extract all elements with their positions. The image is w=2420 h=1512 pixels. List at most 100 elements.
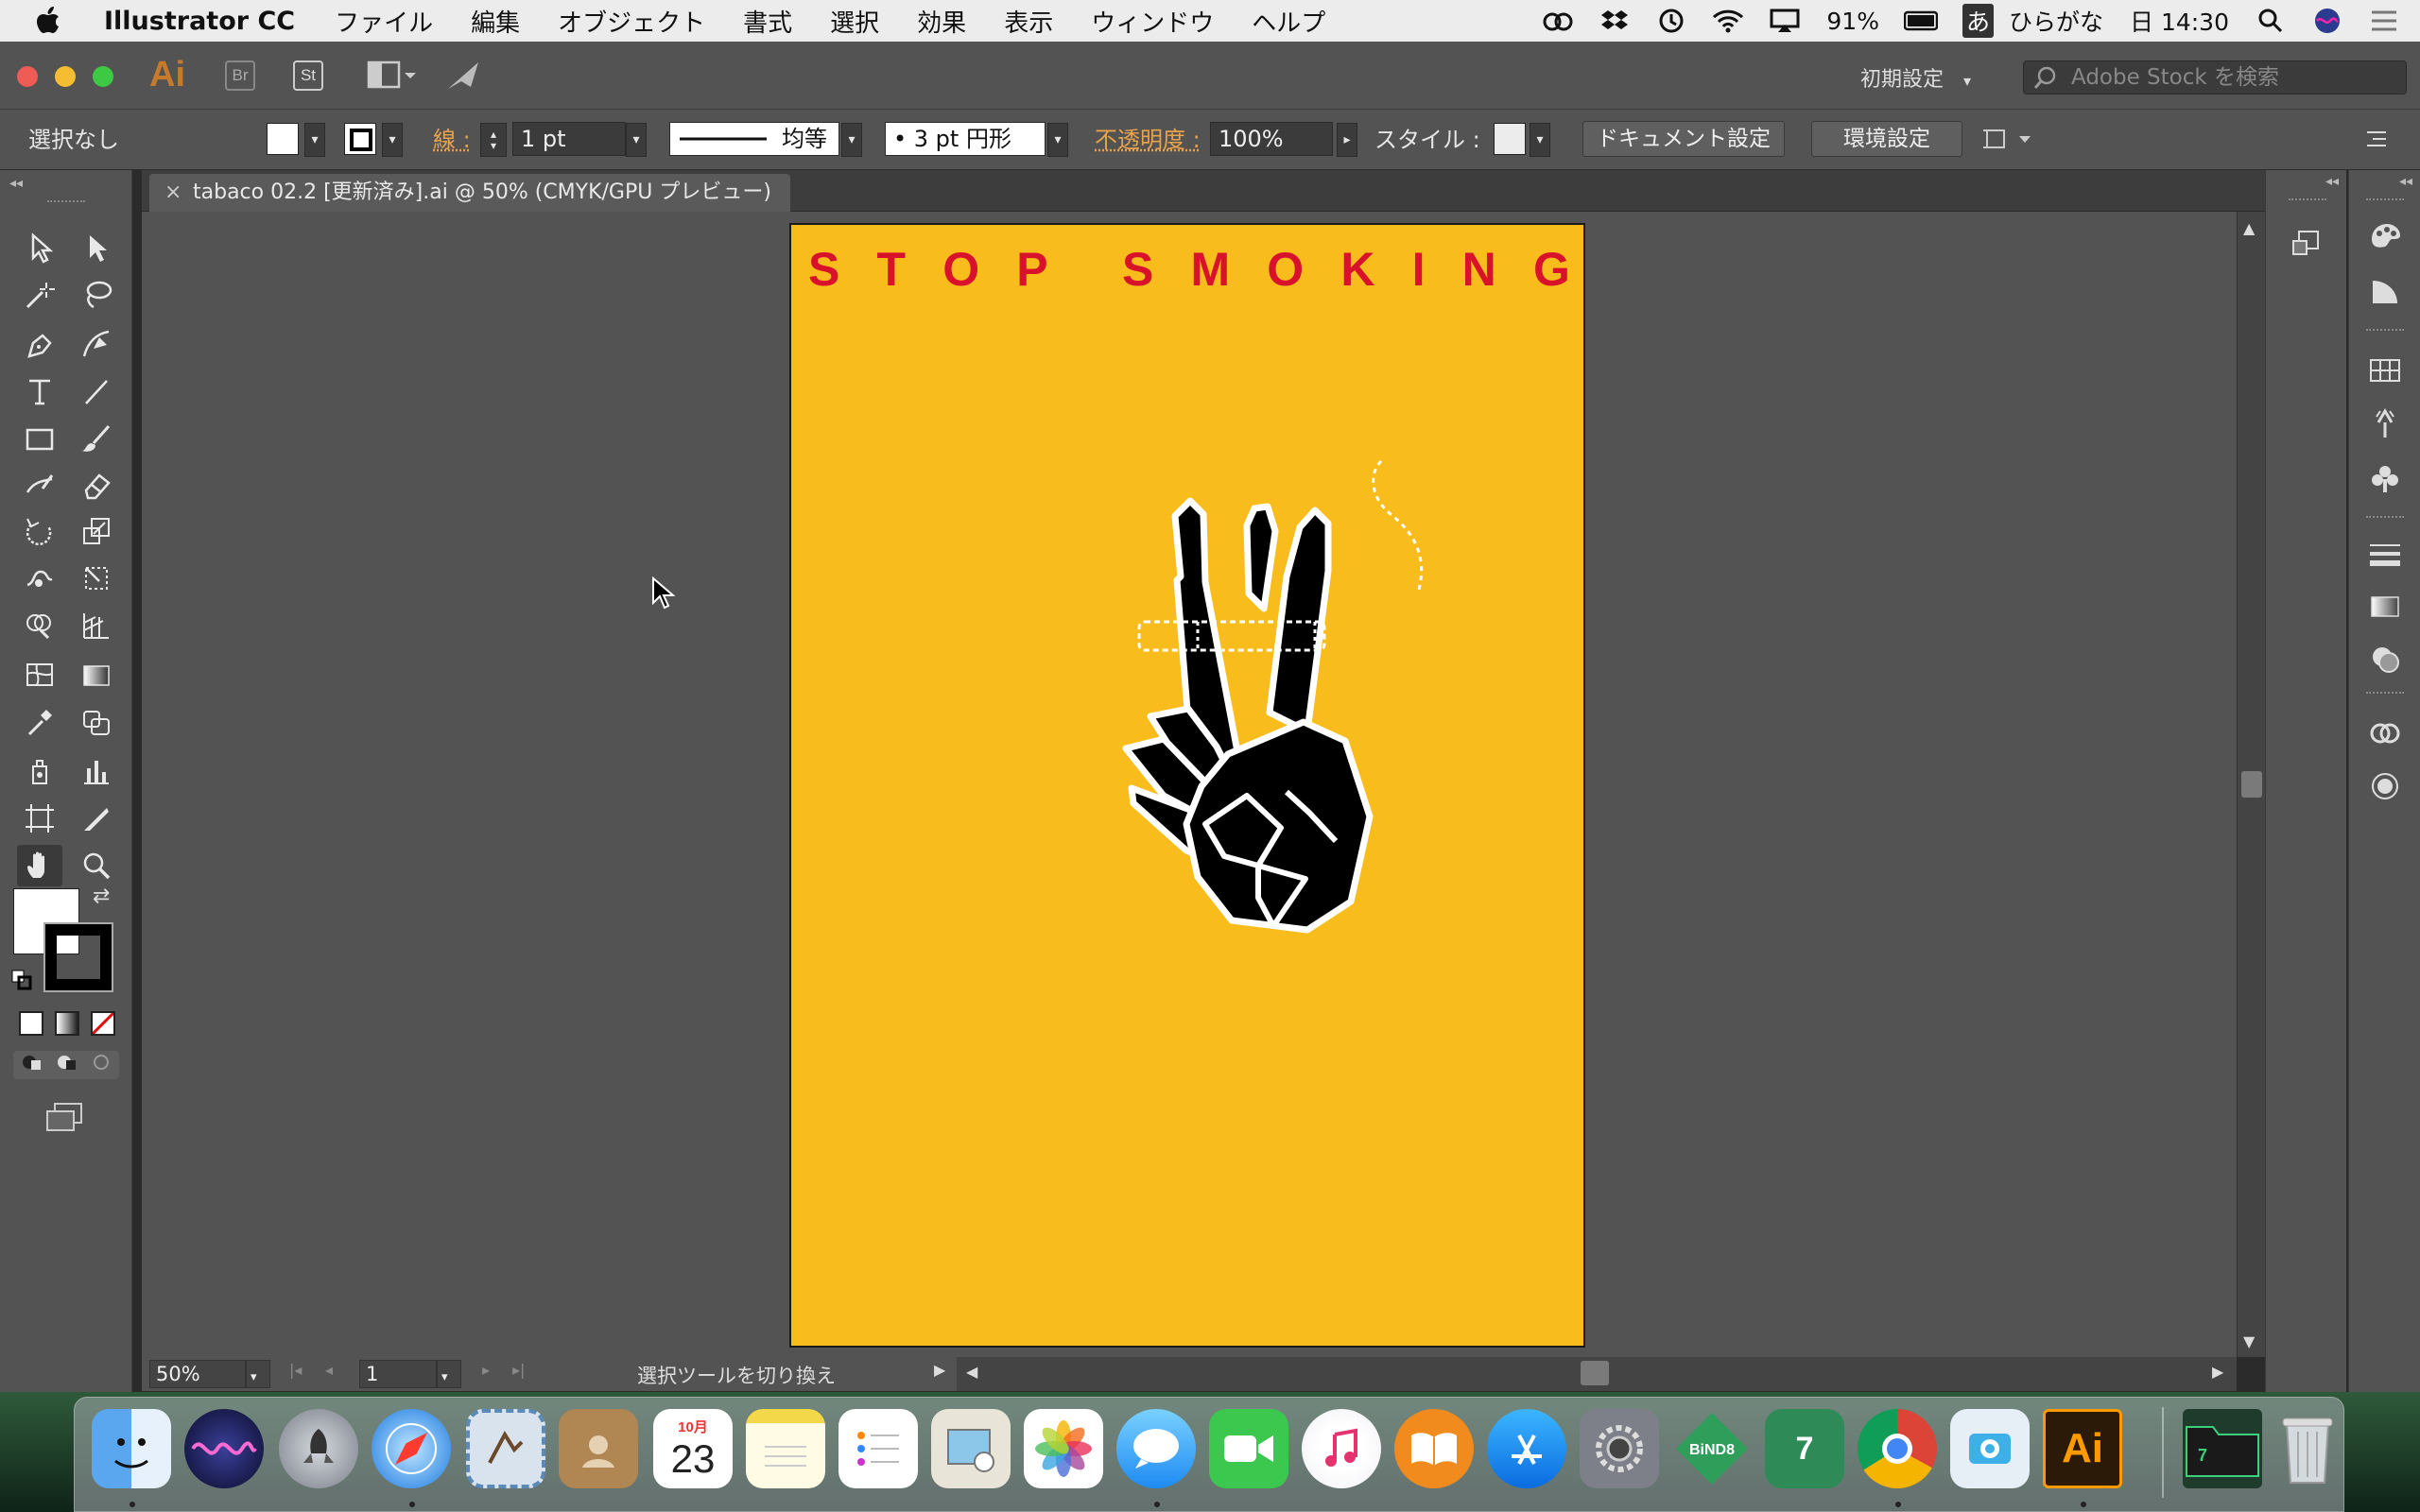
pen-tool-icon[interactable] <box>17 323 62 365</box>
menu-view[interactable]: 表示 <box>1004 4 1053 39</box>
graphic-style-dropdown[interactable]: ▾ <box>1530 123 1550 157</box>
panel-grip[interactable] <box>2366 692 2404 694</box>
input-mode-label[interactable]: ひらがな <box>2009 4 2103 38</box>
eraser-tool-icon[interactable] <box>74 463 119 505</box>
next-artboard-icon[interactable]: ▸ <box>482 1361 490 1379</box>
draw-behind-icon[interactable] <box>55 1053 78 1077</box>
facetime-icon[interactable] <box>1209 1409 1288 1488</box>
zoom-window-button[interactable] <box>93 66 113 87</box>
menu-object[interactable]: オブジェクト <box>558 4 705 39</box>
notes-icon[interactable] <box>746 1409 825 1488</box>
opacity-label[interactable]: 不透明度 : <box>1095 122 1201 158</box>
photos-icon[interactable] <box>1024 1409 1103 1488</box>
symbol-sprayer-tool-icon[interactable] <box>17 750 62 792</box>
gradient-mode-button[interactable] <box>55 1011 79 1036</box>
brush-definition[interactable]: • 3 pt 円形 <box>885 122 1046 156</box>
app-store-icon[interactable] <box>1487 1409 1566 1488</box>
stroke-weight-dropdown[interactable]: ▾ <box>626 123 647 157</box>
app-menu[interactable]: Illustrator CC <box>104 7 295 36</box>
brush-dropdown[interactable]: ▾ <box>1047 123 1068 157</box>
creative-cloud-icon[interactable] <box>1541 8 1575 34</box>
gradient-panel-icon[interactable] <box>2362 586 2408 627</box>
close-tab-icon[interactable]: × <box>164 174 182 212</box>
horizontal-scroll-thumb[interactable] <box>1581 1361 1609 1385</box>
vertical-scrollbar[interactable]: ▲ ▼ <box>2237 212 2265 1357</box>
siri-icon[interactable] <box>184 1409 264 1488</box>
panel-grip[interactable] <box>2289 198 2326 200</box>
gpu-performance-icon[interactable] <box>444 59 482 98</box>
safari-icon[interactable] <box>372 1409 451 1488</box>
poster-title[interactable]: S T O P S M O K I N G <box>791 242 1587 297</box>
paintbrush-tool-icon[interactable] <box>74 418 119 459</box>
close-window-button[interactable] <box>17 66 38 87</box>
none-mode-button[interactable] <box>91 1011 115 1036</box>
artboard-dropdown[interactable]: ▾ <box>437 1360 461 1388</box>
collapse-panel-icon[interactable]: ◂◂ <box>2325 174 2339 189</box>
bind8-icon[interactable]: BiND8 <box>1672 1409 1752 1488</box>
mesh-tool-icon[interactable] <box>17 654 62 696</box>
isolation-mode-icon[interactable] <box>1981 125 2038 159</box>
horizontal-scrollbar[interactable]: ◀ ▶ <box>957 1357 2237 1391</box>
input-mode-icon[interactable]: あ <box>1962 4 1994 38</box>
spotlight-search-icon[interactable] <box>2254 8 2288 34</box>
status-text[interactable]: 選択ツールを切り換え <box>637 1361 836 1389</box>
finder-icon[interactable] <box>92 1409 171 1488</box>
peace-hand-illustration[interactable] <box>1039 452 1436 1075</box>
opacity-slider-toggle[interactable]: ▸ <box>1337 123 1357 157</box>
apple-menu-icon[interactable] <box>36 0 70 42</box>
time-machine-icon[interactable] <box>1654 8 1688 34</box>
battery-icon[interactable] <box>1903 8 1938 34</box>
system-preferences-icon[interactable] <box>1580 1409 1659 1488</box>
appearance-panel-icon[interactable] <box>2362 765 2408 807</box>
stroke-label[interactable]: 線 : <box>433 122 471 158</box>
scroll-up-icon[interactable]: ▲ <box>2243 219 2255 237</box>
shape-builder-tool-icon[interactable] <box>17 605 62 646</box>
status-menu-icon[interactable]: ▶ <box>934 1361 945 1379</box>
itunes-icon[interactable] <box>1302 1409 1381 1488</box>
zoom-level-input[interactable]: 50% <box>149 1360 246 1388</box>
type-tool-icon[interactable] <box>17 370 62 412</box>
zoom-tool-icon[interactable] <box>74 845 119 886</box>
brushes-panel-icon[interactable] <box>2362 403 2408 444</box>
menu-select[interactable]: 選択 <box>830 4 879 39</box>
free-transform-tool-icon[interactable] <box>74 558 119 599</box>
scroll-right-icon[interactable]: ▶ <box>2212 1363 2223 1381</box>
stroke-weight-stepper[interactable]: ▴ ▾ <box>480 123 507 157</box>
magic-wand-tool-icon[interactable] <box>17 274 62 316</box>
curvature-tool-icon[interactable] <box>74 323 119 365</box>
notification-center-icon[interactable] <box>2367 8 2401 34</box>
gradient-tool-icon[interactable] <box>74 654 119 696</box>
graphic-style-swatch[interactable] <box>1494 123 1526 155</box>
warp-tool-icon[interactable] <box>17 558 62 599</box>
stroke-panel-icon[interactable] <box>2362 533 2408 575</box>
menu-type[interactable]: 書式 <box>743 4 792 39</box>
variable-width-profile[interactable]: 均等 <box>669 122 839 156</box>
clock[interactable]: 日 14:30 <box>2130 4 2229 38</box>
messages-icon[interactable] <box>1116 1409 1196 1488</box>
canvas[interactable]: S T O P S M O K I N G <box>142 212 2237 1357</box>
panel-grip[interactable] <box>47 200 85 206</box>
lasso-tool-icon[interactable] <box>74 274 119 316</box>
vertical-scroll-thumb[interactable] <box>2241 771 2262 798</box>
scroll-down-icon[interactable]: ▼ <box>2243 1332 2255 1350</box>
preview-icon[interactable] <box>931 1409 1011 1488</box>
ibooks-icon[interactable] <box>1394 1409 1474 1488</box>
blend-tool-icon[interactable] <box>74 701 119 743</box>
menu-help[interactable]: ヘルプ <box>1252 4 1325 39</box>
panel-grip[interactable] <box>2366 516 2404 518</box>
stroke-profile-dropdown[interactable]: ▾ <box>841 123 862 157</box>
panel-grip[interactable] <box>2366 198 2404 200</box>
launchpad-icon[interactable] <box>279 1409 358 1488</box>
default-fill-stroke-icon[interactable] <box>11 970 32 996</box>
swap-fill-stroke-icon[interactable]: ⇄ <box>93 885 110 908</box>
document-tab[interactable]: × tabaco 02.2 [更新済み].ai @ 50% (CMYK/GPU … <box>149 174 790 212</box>
artboards-panel-icon[interactable] <box>2283 223 2328 265</box>
hand-tool-icon[interactable] <box>17 845 62 886</box>
dropbox-icon[interactable] <box>1598 8 1632 34</box>
contacts-icon[interactable] <box>559 1409 638 1488</box>
first-artboard-icon[interactable]: |◂ <box>289 1361 302 1379</box>
calendar-icon[interactable]: 10月 23 <box>653 1409 733 1488</box>
stroke-color-swatch[interactable] <box>344 123 376 155</box>
menu-edit[interactable]: 編集 <box>471 4 520 39</box>
document-setup-button[interactable]: ドキュメント設定 <box>1582 121 1785 157</box>
